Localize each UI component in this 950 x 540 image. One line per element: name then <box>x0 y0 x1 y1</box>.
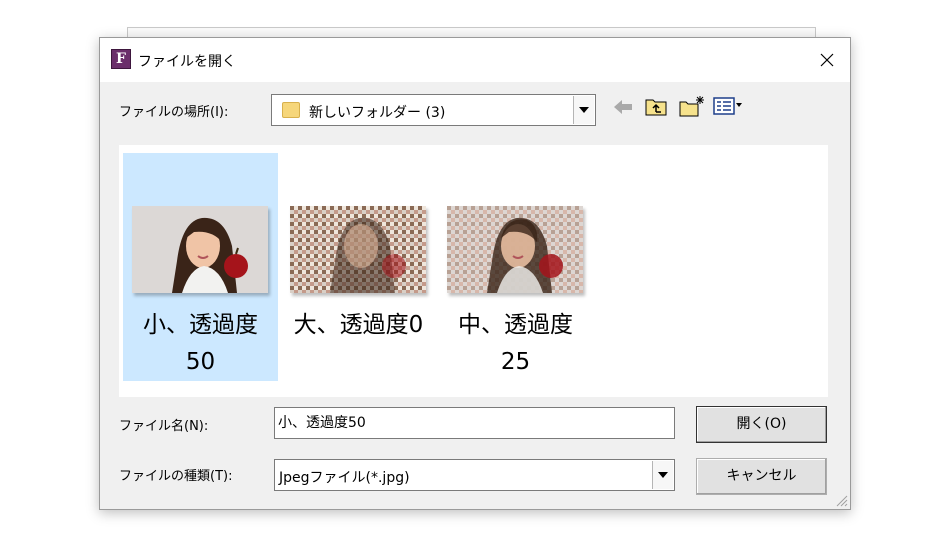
filetype-value: Jpegファイル(*.jpg) <box>279 470 410 486</box>
close-icon <box>820 53 834 67</box>
chevron-down-icon[interactable] <box>652 461 673 489</box>
filetype-combo[interactable]: Jpegファイル(*.jpg) <box>274 459 675 491</box>
file-name-caption: 大、透過度0 <box>293 312 424 338</box>
file-item[interactable]: 中、透過度 25 <box>438 153 593 381</box>
chevron-down-icon[interactable] <box>573 96 594 124</box>
open-button[interactable]: 開く(O) <box>696 406 827 443</box>
cancel-button[interactable]: キャンセル <box>696 458 827 495</box>
file-list[interactable]: 小、透過度 50 大、透過度0 中、透過度 25 <box>119 145 828 397</box>
filename-input[interactable]: 小、透過度50 <box>274 407 675 439</box>
app-icon: F <box>111 49 131 69</box>
view-menu-icon <box>713 97 742 115</box>
resize-grip-icon[interactable] <box>834 493 848 507</box>
file-item[interactable]: 小、透過度 50 <box>123 153 278 381</box>
up-folder-button[interactable] <box>644 95 668 121</box>
open-file-dialog: F ファイルを開く ファイルの場所(I): 新しいフォルダー (3) 小、透過度… <box>99 37 851 510</box>
filename-label: ファイル名(N): <box>119 419 209 434</box>
location-label: ファイルの場所(I): <box>119 105 229 120</box>
file-thumbnail <box>132 206 268 293</box>
new-folder-icon <box>679 96 704 117</box>
filetype-label: ファイルの種類(T): <box>119 469 233 484</box>
location-value: 新しいフォルダー (3) <box>309 105 446 121</box>
file-thumbnail <box>290 206 426 293</box>
dialog-title: ファイルを開く <box>138 54 236 70</box>
new-folder-button[interactable] <box>678 94 706 122</box>
close-button[interactable] <box>804 38 850 82</box>
file-name-caption: 小、透過度 50 <box>143 312 258 375</box>
title-bar: F ファイルを開く <box>100 38 850 82</box>
file-name-caption: 中、透過度 25 <box>458 312 573 375</box>
file-item[interactable]: 大、透過度0 <box>281 153 436 381</box>
file-thumbnail <box>447 206 583 293</box>
view-menu-button[interactable] <box>713 96 743 120</box>
location-combo[interactable]: 新しいフォルダー (3) <box>271 94 596 126</box>
up-folder-icon <box>645 99 667 116</box>
back-arrow-icon <box>614 100 632 114</box>
folder-icon <box>282 102 300 118</box>
back-button[interactable] <box>612 97 634 121</box>
